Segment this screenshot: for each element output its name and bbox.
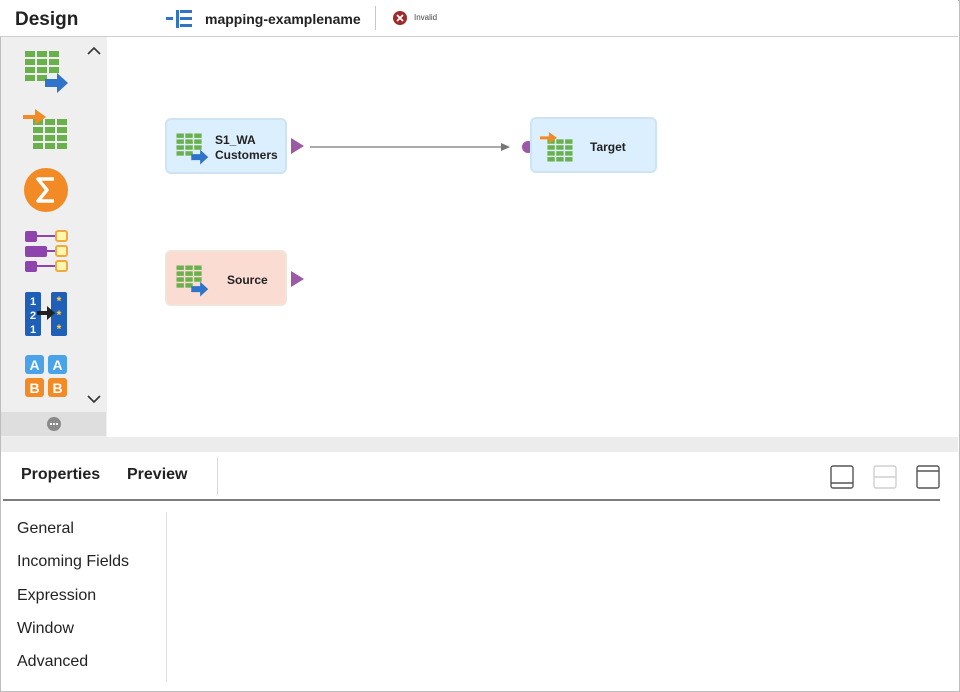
svg-text:B: B bbox=[29, 380, 39, 396]
page-title: Design bbox=[15, 9, 79, 30]
node-label-line1: S1_WA bbox=[215, 133, 256, 147]
svg-text:*: * bbox=[57, 322, 62, 336]
target-node[interactable]: Target bbox=[530, 117, 657, 173]
target-transform-icon[interactable] bbox=[23, 105, 69, 151]
source-transform-icon bbox=[176, 133, 209, 165]
more-options-icon[interactable] bbox=[47, 417, 61, 431]
chevron-up-icon[interactable] bbox=[85, 44, 103, 58]
transformation-palette: 1 2 1 * * * A A B B bbox=[1, 37, 107, 437]
canvas-splitter[interactable] bbox=[1, 437, 958, 452]
data-masking-icon[interactable]: A A B B bbox=[23, 353, 69, 399]
properties-nav: General Incoming Fields Expression Windo… bbox=[1, 502, 166, 689]
svg-text:*: * bbox=[57, 294, 62, 308]
source-node-s1-wa[interactable]: S1_WA Customers bbox=[165, 118, 287, 174]
output-port[interactable] bbox=[291, 271, 304, 287]
design-header: Design mapping-examplename Invalid bbox=[0, 0, 958, 37]
nav-item-advanced[interactable]: Advanced bbox=[17, 653, 88, 671]
node-label: Source bbox=[227, 273, 268, 287]
aggregator-icon[interactable] bbox=[23, 167, 69, 213]
svg-text:2: 2 bbox=[30, 310, 36, 322]
chevron-down-icon[interactable] bbox=[85, 392, 103, 406]
sequence-generator-icon[interactable]: 1 2 1 * * * bbox=[23, 291, 69, 337]
hierarchy-icon[interactable] bbox=[23, 229, 69, 275]
source-node[interactable]: Source bbox=[165, 250, 287, 306]
svg-text:A: A bbox=[52, 357, 62, 373]
link-arrow[interactable] bbox=[307, 141, 537, 153]
svg-text:*: * bbox=[57, 308, 62, 322]
nav-item-window[interactable]: Window bbox=[17, 620, 74, 638]
nav-item-expression[interactable]: Expression bbox=[17, 587, 96, 605]
svg-text:B: B bbox=[52, 380, 62, 396]
properties-divider bbox=[3, 499, 940, 501]
split-panel-icon[interactable] bbox=[872, 464, 898, 490]
tab-preview[interactable]: Preview bbox=[127, 466, 187, 484]
source-transform-icon bbox=[176, 265, 209, 297]
nav-item-incoming-fields[interactable]: Incoming Fields bbox=[17, 553, 129, 571]
svg-text:1: 1 bbox=[30, 324, 36, 336]
maximize-panel-icon[interactable] bbox=[915, 464, 941, 490]
nav-item-general[interactable]: General bbox=[17, 520, 74, 538]
palette-footer bbox=[1, 412, 106, 436]
svg-text:1: 1 bbox=[30, 296, 36, 308]
source-transform-icon[interactable] bbox=[23, 49, 69, 95]
output-port[interactable] bbox=[291, 138, 304, 154]
node-label-line2: Customers bbox=[215, 148, 278, 162]
minimize-panel-icon[interactable] bbox=[829, 464, 855, 490]
properties-header: Properties Preview bbox=[1, 452, 958, 500]
mapping-canvas[interactable]: S1_WA Customers Target Source bbox=[107, 37, 958, 437]
nav-divider bbox=[166, 512, 167, 682]
mapping-icon bbox=[166, 10, 192, 28]
invalid-status-icon bbox=[393, 11, 407, 25]
node-label: Target bbox=[590, 140, 626, 154]
tab-properties[interactable]: Properties bbox=[21, 466, 100, 484]
target-transform-icon bbox=[540, 131, 573, 162]
svg-text:A: A bbox=[29, 357, 39, 373]
tab-divider bbox=[217, 458, 218, 495]
header-divider bbox=[375, 6, 376, 30]
mapping-name[interactable]: mapping-examplename bbox=[205, 11, 361, 27]
status-label: Invalid bbox=[414, 13, 438, 22]
